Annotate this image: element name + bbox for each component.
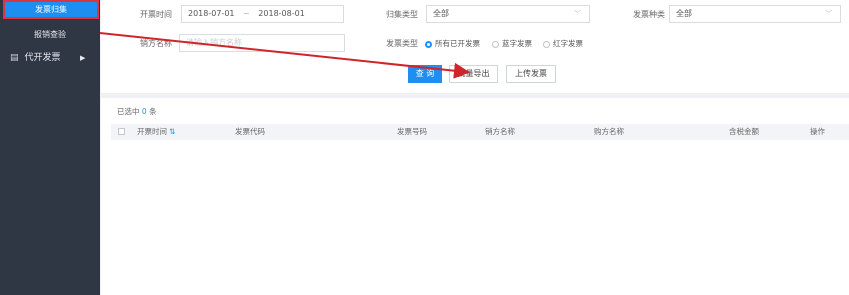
batch-export-button[interactable]: 批量导出 bbox=[449, 65, 498, 83]
radio-all-issued[interactable]: 所有已开发票 bbox=[425, 38, 480, 49]
sidebar-item-reimburse-verify[interactable]: 报销查验 bbox=[0, 25, 100, 45]
date-start: 2018-07-01 bbox=[188, 9, 235, 18]
collect-type-label: 归集类型 bbox=[386, 10, 418, 19]
radio-dot bbox=[492, 40, 499, 48]
selected-suffix: 条 bbox=[149, 107, 157, 116]
radio-dot bbox=[543, 40, 550, 48]
column-invoice-number: 发票号码 bbox=[397, 127, 427, 136]
seller-name-label: 销方名称 bbox=[140, 39, 172, 48]
date-end: 2018-08-01 bbox=[258, 9, 305, 18]
sidebar-item-invoice-collect[interactable]: 发票归集 bbox=[3, 0, 99, 19]
radio-blue-invoice[interactable]: 蓝字发票 bbox=[492, 38, 532, 49]
select-all-checkbox[interactable] bbox=[118, 128, 125, 135]
main-content: 开票时间 2018-07-01 ~ 2018-08-01 归集类型 全部 ﹀ 发… bbox=[101, 0, 849, 295]
column-invoice-time[interactable]: 开票时间 ⇅ bbox=[137, 124, 175, 140]
collect-type-select[interactable]: 全部 ﹀ bbox=[426, 5, 590, 23]
date-separator: ~ bbox=[243, 9, 250, 18]
radio-red-invoice[interactable]: 红字发票 bbox=[543, 38, 583, 49]
selected-number: 0 bbox=[141, 107, 147, 116]
filter-panel: 开票时间 2018-07-01 ~ 2018-08-01 归集类型 全部 ﹀ 发… bbox=[101, 0, 849, 93]
column-invoice-code: 发票代码 bbox=[235, 127, 265, 136]
selected-prefix: 已选中 bbox=[117, 107, 140, 116]
invoice-kind-select[interactable]: 全部 ﹀ bbox=[669, 5, 841, 23]
invoice-kind-label: 发票种类 bbox=[633, 10, 665, 19]
sidebar-group-label: 代开发票 bbox=[24, 53, 61, 63]
upload-invoice-button[interactable]: 上传发票 bbox=[506, 65, 556, 83]
sort-icon[interactable]: ⇅ bbox=[169, 127, 175, 136]
column-amount-with-tax: 含税金额 bbox=[729, 127, 759, 136]
column-buyer-name: 购方名称 bbox=[594, 127, 624, 136]
radio-label-all: 所有已开发票 bbox=[435, 39, 480, 48]
invoice-time-label: 开票时间 bbox=[140, 10, 172, 19]
invoice-list-panel: 已选中 0 条 开票时间 ⇅ 发票代码 发票号码 销方名称 购方名称 含税金额 操… bbox=[101, 98, 849, 295]
radio-dot bbox=[425, 40, 432, 48]
seller-name-input[interactable]: 请输入销方名称 bbox=[179, 34, 345, 52]
collect-type-value: 全部 bbox=[433, 9, 449, 18]
column-seller-name: 销方名称 bbox=[485, 127, 515, 136]
invoice-kind-value: 全部 bbox=[676, 9, 692, 18]
query-button[interactable]: 查 询 bbox=[408, 65, 442, 83]
date-range-input[interactable]: 2018-07-01 ~ 2018-08-01 bbox=[181, 5, 344, 23]
column-actions: 操作 bbox=[810, 127, 825, 136]
chevron-down-icon: ﹀ bbox=[574, 10, 581, 18]
invoice-type-label: 发票类型 bbox=[386, 39, 418, 48]
sidebar-group-issue-invoice[interactable]: ▤ 代开发票 ▶ bbox=[0, 48, 100, 68]
selected-count: 已选中 0 条 bbox=[117, 106, 157, 117]
caret-right-icon: ▶ bbox=[80, 54, 86, 62]
chevron-down-icon: ﹀ bbox=[825, 10, 832, 18]
layers-icon: ▤ bbox=[10, 53, 19, 63]
sidebar: 发票归集 报销查验 ▤ 代开发票 ▶ bbox=[0, 0, 100, 295]
radio-label-blue: 蓝字发票 bbox=[502, 39, 532, 48]
table-header: 开票时间 ⇅ 发票代码 发票号码 销方名称 购方名称 含税金额 操作 bbox=[111, 124, 849, 140]
column-label: 开票时间 bbox=[137, 127, 167, 136]
radio-label-red: 红字发票 bbox=[553, 39, 583, 48]
